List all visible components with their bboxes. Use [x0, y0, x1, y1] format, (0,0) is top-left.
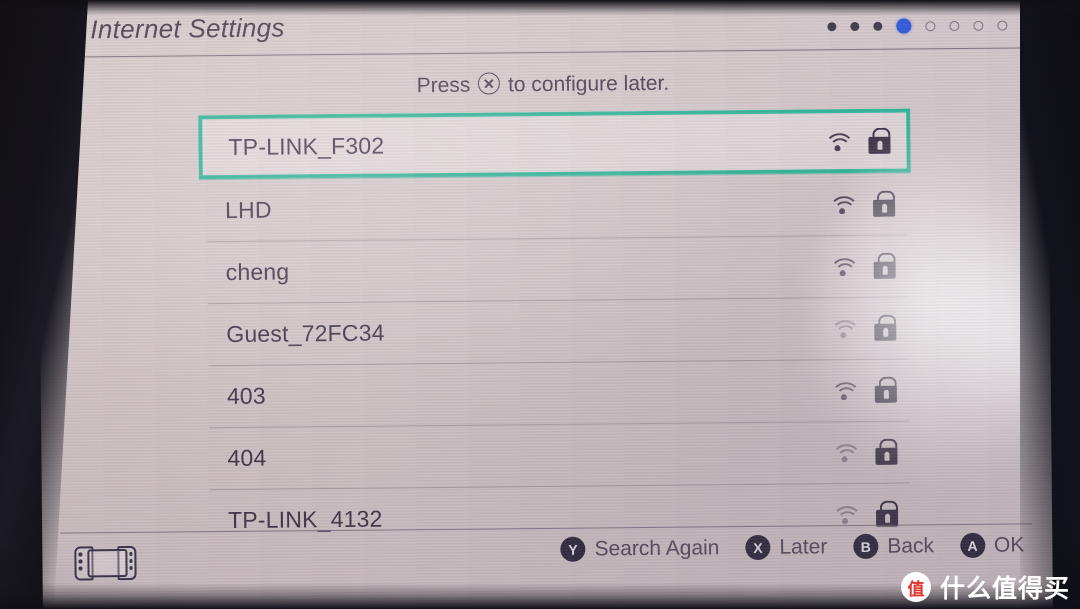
instruction-text: Press to configure later. — [38, 67, 1048, 102]
network-ssid: LHD — [224, 196, 272, 223]
b-button-icon: B — [853, 533, 879, 560]
a-button-icon: A — [959, 532, 986, 559]
footer-button-ok[interactable]: A OK — [959, 532, 1025, 559]
network-status-icons — [828, 190, 896, 226]
network-ssid: 403 — [226, 382, 266, 409]
network-row[interactable]: cheng — [199, 234, 912, 303]
instruction-suffix: to configure later. — [507, 71, 670, 97]
lock-icon — [873, 190, 896, 217]
network-list: TP-LINK_F302 LHD cheng Guest_72FC34 403 404 TP… — [198, 108, 914, 534]
lock-icon — [874, 376, 897, 403]
photo-of-nintendo-switch-screen: Internet Settings Press to configure lat… — [0, 0, 1080, 609]
wifi-icon — [828, 195, 860, 226]
page-title: Internet Settings — [90, 12, 285, 45]
network-ssid: Guest_72FC34 — [226, 319, 385, 347]
watermark-logo: 值 — [900, 572, 931, 602]
instruction-prefix: Press — [416, 73, 471, 98]
network-status-icons — [824, 127, 891, 163]
footer-button-label: Search Again — [594, 535, 720, 561]
page-dot-7 — [973, 20, 984, 31]
page-dot-6 — [949, 20, 960, 31]
watermark-text: 什么值得买 — [939, 574, 1070, 603]
network-list-viewport[interactable]: TP-LINK_F302 LHD cheng Guest_72FC34 403 404 TP… — [198, 108, 914, 534]
footer-button-search-again[interactable]: Y Search Again — [560, 535, 720, 562]
internet-settings-screen: Internet Settings Press to configure lat… — [37, 0, 1053, 609]
page-dot-5 — [925, 20, 936, 31]
lock-icon — [875, 438, 898, 465]
wifi-icon — [829, 257, 860, 288]
lock-icon — [874, 314, 897, 341]
network-ssid: 404 — [227, 444, 267, 471]
footer-button-later[interactable]: X Later — [745, 534, 828, 561]
network-status-icons — [830, 314, 897, 350]
network-row[interactable]: Guest_72FC34 — [200, 296, 913, 365]
x-button-icon — [478, 72, 501, 95]
footer-button-label: Back — [887, 533, 935, 558]
page-dot-8 — [997, 20, 1008, 31]
lock-icon — [873, 252, 896, 279]
wifi-icon — [824, 132, 855, 163]
lock-icon — [875, 500, 899, 527]
footer-button-row: Y Search Again X Later B Back A OK — [560, 532, 1025, 562]
wifi-icon — [831, 505, 863, 534]
wifi-icon — [830, 319, 861, 350]
network-ssid: TP-LINK_F302 — [228, 132, 385, 160]
network-row[interactable]: LHD — [199, 172, 912, 241]
footer-button-back[interactable]: B Back — [853, 533, 935, 560]
x-button-icon: X — [745, 534, 771, 561]
network-row[interactable]: 403 — [201, 358, 914, 427]
page-dot-1 — [827, 22, 837, 32]
handheld-console-icon — [74, 545, 137, 581]
page-dot-3 — [873, 21, 883, 31]
watermark: 值 什么值得买 — [900, 569, 1070, 605]
network-status-icons — [831, 438, 898, 474]
wifi-icon — [830, 381, 862, 412]
y-button-icon: Y — [560, 536, 586, 562]
wifi-icon — [831, 443, 862, 474]
page-dot-2 — [850, 21, 860, 32]
footer-button-label: OK — [993, 532, 1025, 557]
network-row-selected[interactable]: TP-LINK_F302 — [198, 108, 911, 180]
footer-button-label: Later — [779, 534, 828, 559]
lock-icon — [868, 127, 891, 154]
network-row[interactable]: 404 — [201, 420, 914, 489]
header-divider — [57, 47, 1026, 58]
network-status-icons — [829, 252, 896, 288]
network-status-icons — [830, 376, 897, 412]
page-dot-4 — [896, 18, 912, 34]
page-indicator-dots — [827, 18, 1008, 35]
switch-screen: Internet Settings Press to configure lat… — [37, 0, 1053, 609]
network-ssid: cheng — [225, 257, 290, 285]
network-status-icons — [831, 500, 899, 534]
